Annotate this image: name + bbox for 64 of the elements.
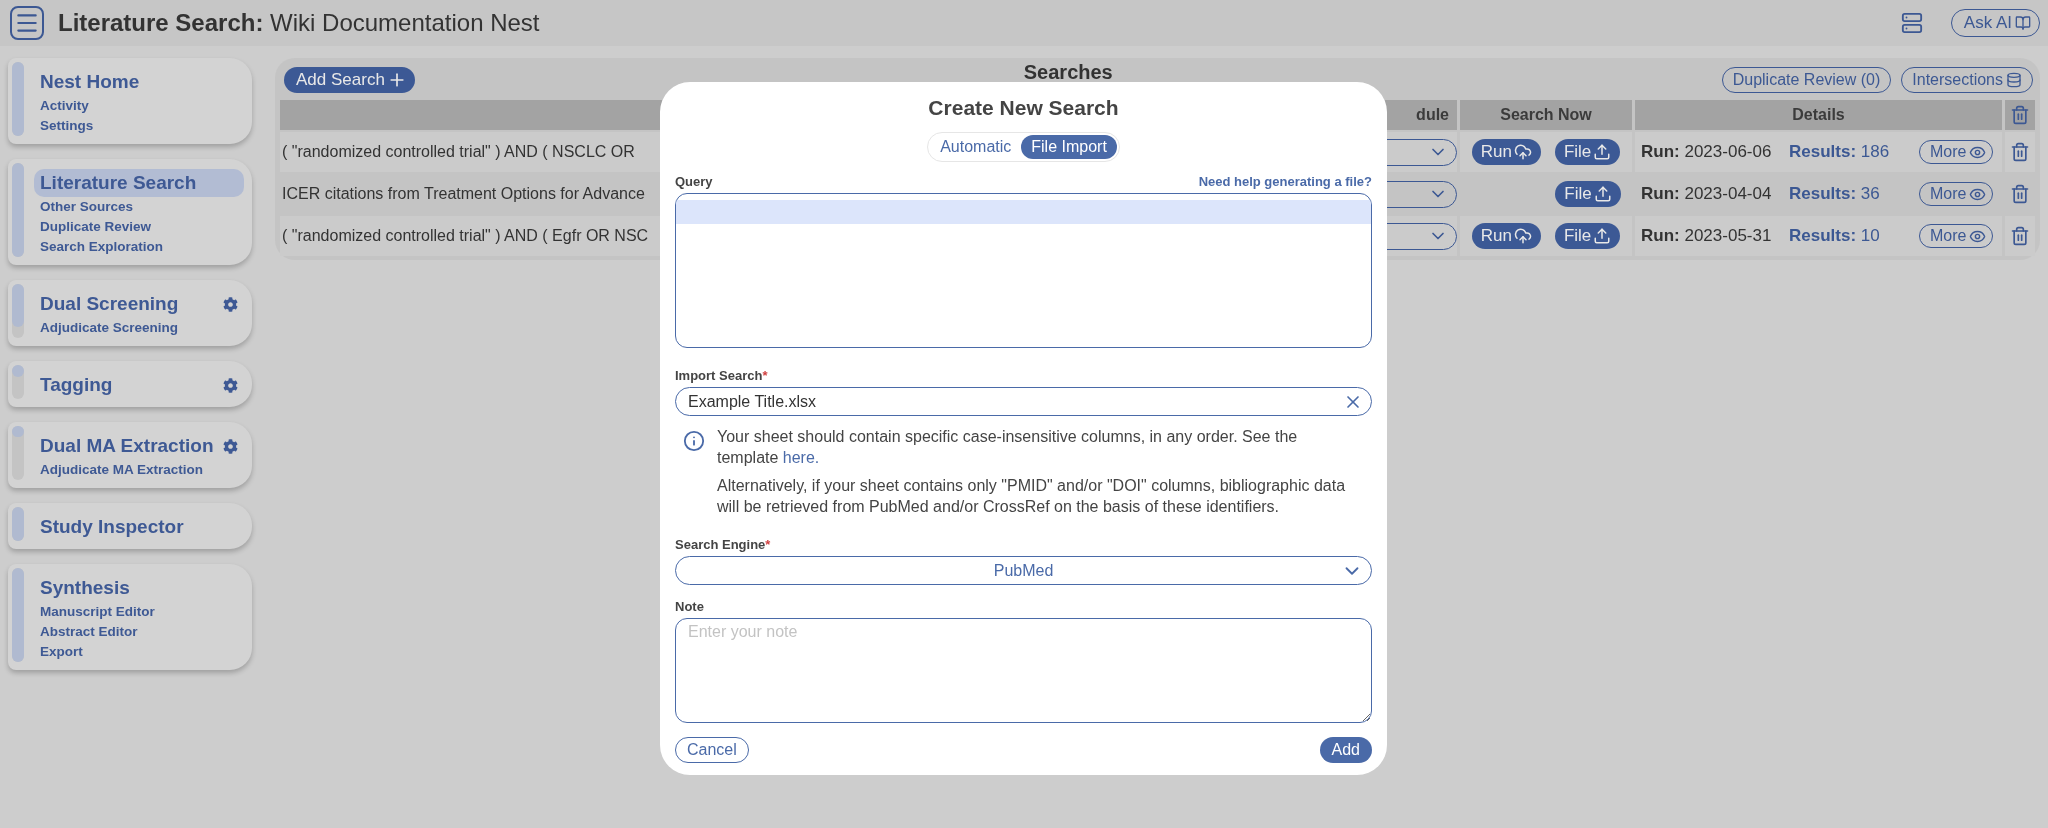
column-header: Details [1635, 100, 2002, 130]
info-text: Your sheet should contain specific case-insensitive columns, in any order. See the template here. [717, 427, 1299, 468]
field-label: Note [675, 599, 704, 614]
sidebar-link[interactable]: Duplicate Review [34, 217, 244, 237]
info-icon [683, 430, 705, 452]
sidebar-link[interactable]: Activity [34, 96, 244, 116]
panel-title: Searches [1022, 61, 1114, 84]
help-link[interactable]: Need help generating a file? [1198, 174, 1372, 189]
query-text: ( "randomized controlled trial" ) AND ( Egfr OR NSC [281, 227, 649, 245]
sidebar-link[interactable]: Export [34, 642, 244, 662]
sidebar-link[interactable]: Abstract Editor [34, 622, 244, 642]
gear-icon[interactable] [223, 438, 238, 454]
book-icon [2015, 15, 2031, 31]
query-field[interactable] [675, 193, 1372, 348]
sidebar-section-title[interactable]: Nest Home [34, 68, 244, 96]
sidebar-section-title[interactable]: Tagging [34, 371, 223, 399]
gear-icon[interactable] [223, 377, 238, 393]
note-field[interactable]: Enter your note [675, 618, 1372, 723]
mode-tab[interactable]: File Import [1021, 135, 1117, 159]
cloud-upload-icon [1513, 143, 1532, 161]
add-search-button[interactable]: Add Search [284, 67, 415, 93]
database-icon [2006, 72, 2022, 88]
sidebar-link[interactable]: Settings [34, 116, 244, 136]
file-button[interactable]: File [1554, 223, 1621, 249]
info-text: Alternatively, if your sheet contains only "PMID" and/or "DOI" columns, bibliographic data will be retrieved from PubMed and/or CrossRef on the basis of these identifiers. [717, 476, 1347, 517]
template-link[interactable]: here. [782, 449, 820, 466]
run-date: Run: 2023-05-31 [1641, 226, 1773, 246]
upload-icon [1593, 143, 1612, 161]
sidebar-link[interactable]: Other Sources [34, 197, 244, 217]
column-header: Search Now [1460, 100, 1632, 130]
run-date: Run: 2023-04-04 [1641, 184, 1773, 204]
cancel-button[interactable]: Cancel [675, 737, 749, 763]
file-button[interactable]: File [1554, 139, 1621, 165]
menu-icon[interactable] [10, 6, 44, 40]
run-date: Run: 2023-06-06 [1641, 142, 1773, 162]
query-text: ICER citations from Treatment Options for Advance [281, 185, 645, 203]
server-icon[interactable] [1900, 12, 1923, 34]
results-count: Results: 186 [1789, 142, 1891, 162]
add-button[interactable]: Add [1319, 737, 1372, 763]
field-label: Search Engine* [675, 537, 771, 552]
file-button[interactable]: File [1555, 181, 1621, 207]
run-button[interactable]: Run [1471, 139, 1541, 165]
gear-icon[interactable] [223, 296, 238, 312]
sidebar-link[interactable]: Manuscript Editor [34, 602, 244, 622]
sidebar-link[interactable]: Adjudicate MA Extraction [34, 460, 244, 480]
run-button[interactable]: Run [1471, 223, 1541, 249]
cloud-upload-icon [1513, 227, 1532, 245]
sidebar-section-title[interactable]: Synthesis [34, 574, 244, 602]
sidebar-link[interactable]: Search Exploration [34, 237, 244, 257]
field-label: Query [675, 174, 713, 189]
mode-tab[interactable]: Automatic [930, 135, 1022, 159]
sidebar-section-title[interactable]: Literature Search [34, 169, 244, 197]
sidebar-link[interactable]: Adjudicate Screening [34, 318, 244, 338]
results-count: Results: 36 [1789, 184, 1881, 204]
upload-icon [1593, 185, 1612, 203]
query-text: ( "randomized controlled trial" ) AND ( NSCLC OR [281, 143, 635, 161]
sidebar-section-title[interactable]: Dual Screening [34, 290, 223, 318]
page-title: Literature Search: Wiki Documentation Nest [58, 9, 541, 37]
results-count: Results: 10 [1789, 226, 1881, 246]
sidebar-section-title[interactable]: Dual MA Extraction [34, 432, 223, 460]
upload-icon [1593, 227, 1612, 245]
sidebar-section-title[interactable]: Study Inspector [34, 513, 244, 541]
dialog-title: Create New Search [928, 96, 1119, 120]
field-label: Import Search* [675, 368, 768, 383]
